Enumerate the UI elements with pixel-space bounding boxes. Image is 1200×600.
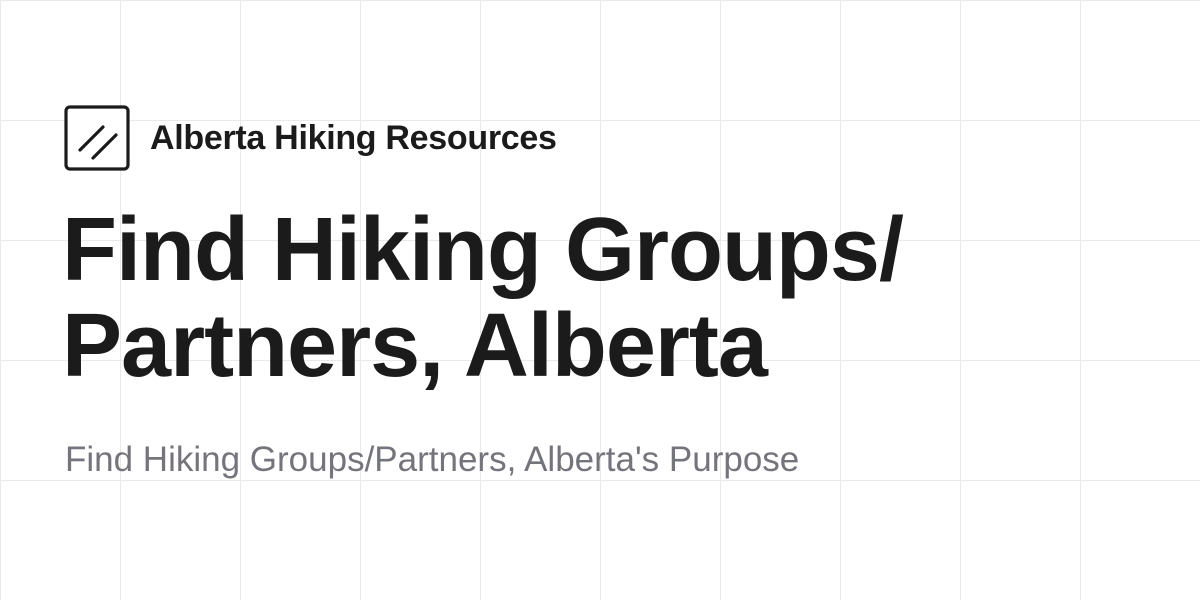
slash-square-icon [64, 105, 130, 171]
site-name: Alberta Hiking Resources [150, 118, 557, 157]
page-subtitle: Find Hiking Groups/Partners, Alberta's P… [65, 440, 800, 479]
og-card: Alberta Hiking Resources Find Hiking Gro… [0, 0, 1200, 600]
page-title-line-1: Find Hiking Groups/ [62, 200, 904, 300]
brand[interactable]: Alberta Hiking Resources [64, 105, 557, 171]
page-title: Find Hiking Groups/ Partners, Alberta [62, 202, 1142, 394]
page-title-line-2: Partners, Alberta [62, 296, 768, 396]
